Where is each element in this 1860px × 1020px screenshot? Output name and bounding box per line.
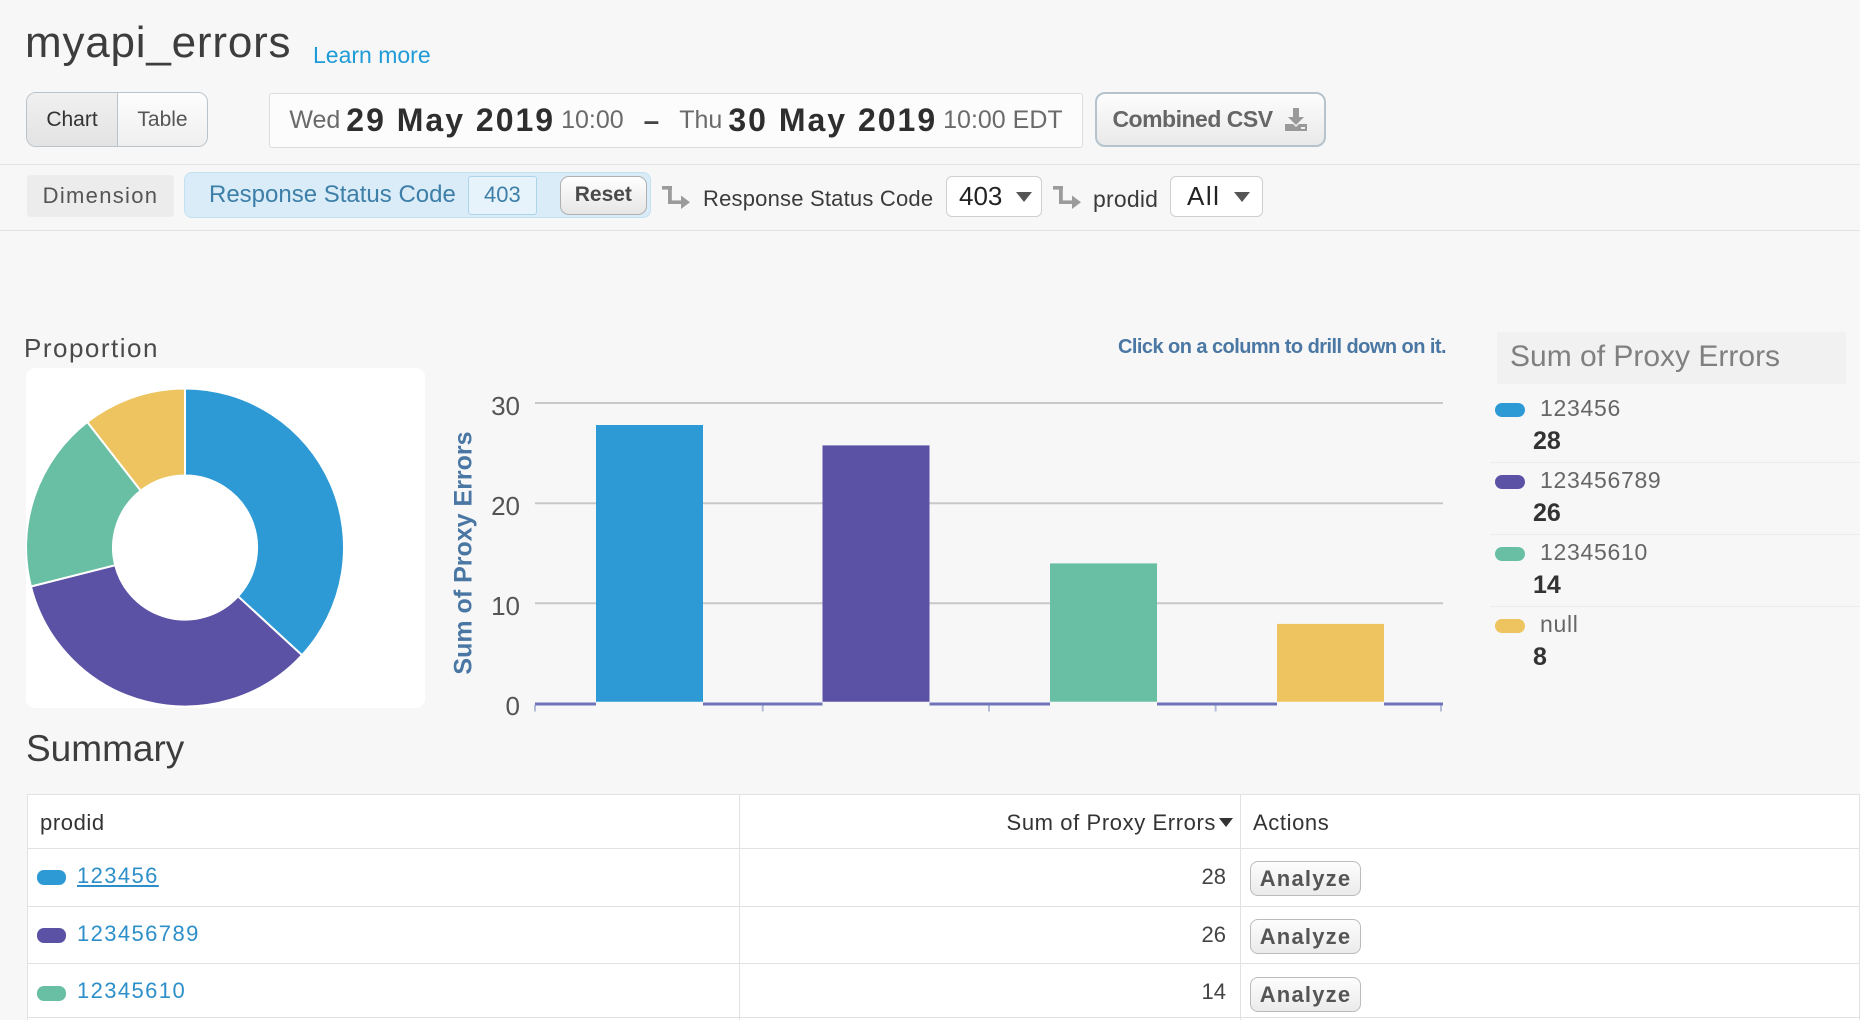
svg-text:30: 30 [491, 391, 520, 421]
svg-text:Sum of Proxy Errors: Sum of Proxy Errors [450, 431, 478, 674]
svg-text:20: 20 [491, 491, 520, 521]
svg-text:0: 0 [506, 691, 520, 721]
svg-text:10: 10 [491, 591, 520, 621]
